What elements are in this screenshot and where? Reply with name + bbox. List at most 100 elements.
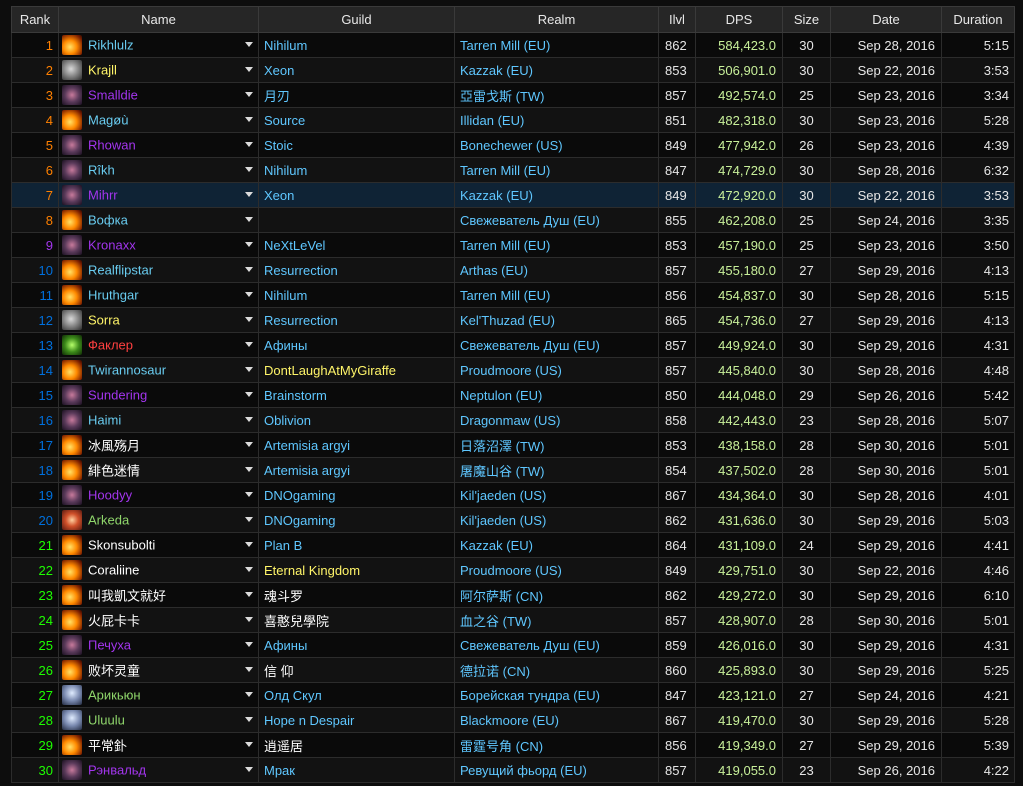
table-row[interactable]: 27 Арикьюн Олд Скул Борейская тундра (EU) 84… <box>11 682 1015 708</box>
table-row[interactable]: 17 冰風殇月 Artemisia argyi 日落沼澤 (TW) 853 438,158… <box>11 432 1015 458</box>
player-name-link[interactable]: 火屁卡卡 <box>88 614 140 629</box>
chevron-down-icon[interactable] <box>245 92 253 97</box>
name-cell[interactable]: Rhowan <box>58 132 259 158</box>
realm-link[interactable]: Kel'Thuzad (EU) <box>454 307 659 333</box>
chevron-down-icon[interactable] <box>245 692 253 697</box>
chevron-down-icon[interactable] <box>245 192 253 197</box>
chevron-down-icon[interactable] <box>245 492 253 497</box>
table-row[interactable]: 26 败坏灵童 信 仰德拉诺 (CN) 860 425,893.0 30 Sep 29, 2… <box>11 657 1015 683</box>
player-name-link[interactable]: Smalldie <box>88 88 138 103</box>
player-name-link[interactable]: Rhowan <box>88 138 136 153</box>
header-duration[interactable]: Duration <box>941 6 1015 33</box>
realm-link[interactable]: Bonechewer (US) <box>454 132 659 158</box>
name-cell[interactable]: 叫我凱文就好 <box>58 582 259 608</box>
chevron-down-icon[interactable] <box>245 567 253 572</box>
header-dps[interactable]: DPS <box>695 6 783 33</box>
chevron-down-icon[interactable] <box>245 217 253 222</box>
table-row[interactable]: 21 Skonsubolti Plan B Kazzak (EU) 864 431,109… <box>11 532 1015 558</box>
guild-link[interactable]: Eternal Kingdom <box>258 557 455 583</box>
name-cell[interactable]: Smalldie <box>58 82 259 108</box>
table-row[interactable]: 13 Факлер Афины Свежеватель Душ (EU) 857 449,… <box>11 332 1015 358</box>
chevron-down-icon[interactable] <box>245 317 253 322</box>
guild-link[interactable]: DNOgaming <box>258 507 455 533</box>
header-date[interactable]: Date <box>830 6 942 33</box>
realm-link[interactable]: Свежеватель Душ (EU) <box>454 207 659 233</box>
player-name-link[interactable]: Haimi <box>88 413 121 428</box>
name-cell[interactable]: Sundering <box>58 382 259 408</box>
guild-link[interactable]: Афины <box>258 332 455 358</box>
player-name-link[interactable]: Арикьюн <box>88 688 141 703</box>
guild-link[interactable]: NeXtLeVel <box>258 232 455 258</box>
realm-link[interactable]: Tarren Mill (EU) <box>454 282 659 308</box>
header-ilvl[interactable]: Ilvl <box>658 6 696 33</box>
chevron-down-icon[interactable] <box>245 142 253 147</box>
name-cell[interactable]: Рэнвальд <box>58 757 259 783</box>
table-row[interactable]: 9 Kronaxx NeXtLeVel Tarren Mill (EU) 853 457,… <box>11 232 1015 258</box>
name-cell[interactable]: Kronaxx <box>58 232 259 258</box>
guild-link[interactable]: Brainstorm <box>258 382 455 408</box>
chevron-down-icon[interactable] <box>245 667 253 672</box>
guild-link[interactable]: Stoic <box>258 132 455 158</box>
guild-link[interactable]: 逍遥居 <box>258 732 455 758</box>
guild-link[interactable]: 魂斗罗 <box>258 582 455 608</box>
player-name-link[interactable]: Coraliine <box>88 563 139 578</box>
guild-link[interactable]: Xeon <box>258 57 455 83</box>
realm-link[interactable]: 阿尔萨斯 (CN) <box>454 582 659 608</box>
player-name-link[interactable]: 平常釙 <box>88 739 127 754</box>
name-cell[interactable]: Rîkh <box>58 157 259 183</box>
table-row[interactable]: 8 Вофка Свежеватель Душ (EU) 855 462,208.0 25… <box>11 207 1015 233</box>
player-name-link[interactable]: Krajll <box>88 63 117 78</box>
realm-link[interactable]: Neptulon (EU) <box>454 382 659 408</box>
player-name-link[interactable]: Rikhlulz <box>88 38 134 53</box>
realm-link[interactable]: Illidan (EU) <box>454 107 659 133</box>
name-cell[interactable]: Вофка <box>58 207 259 233</box>
guild-link[interactable]: Plan B <box>258 532 455 558</box>
name-cell[interactable]: Mihrr <box>58 182 259 208</box>
realm-link[interactable]: Blackmoore (EU) <box>454 707 659 733</box>
header-guild[interactable]: Guild <box>258 6 455 33</box>
realm-link[interactable]: Tarren Mill (EU) <box>454 32 659 58</box>
name-cell[interactable]: Факлер <box>58 332 259 358</box>
player-name-link[interactable]: 冰風殇月 <box>88 439 140 454</box>
player-name-link[interactable]: Skonsubolti <box>88 538 155 553</box>
name-cell[interactable]: Krajll <box>58 57 259 83</box>
player-name-link[interactable]: Arkeda <box>88 513 129 528</box>
chevron-down-icon[interactable] <box>245 642 253 647</box>
guild-link[interactable]: Nihilum <box>258 32 455 58</box>
chevron-down-icon[interactable] <box>245 67 253 72</box>
name-cell[interactable]: Magøù <box>58 107 259 133</box>
realm-link[interactable]: Kazzak (EU) <box>454 532 659 558</box>
chevron-down-icon[interactable] <box>245 367 253 372</box>
table-row[interactable]: 2 Krajll Xeon Kazzak (EU) 853 506,901.0 30 Sep … <box>11 57 1015 83</box>
realm-link[interactable]: Борейская тундра (EU) <box>454 682 659 708</box>
chevron-down-icon[interactable] <box>245 242 253 247</box>
realm-link[interactable]: Kil'jaeden (US) <box>454 507 659 533</box>
realm-link[interactable]: Tarren Mill (EU) <box>454 157 659 183</box>
player-name-link[interactable]: Рэнвальд <box>88 763 146 778</box>
realm-link[interactable]: Kil'jaeden (US) <box>454 482 659 508</box>
guild-link[interactable]: Nihilum <box>258 282 455 308</box>
name-cell[interactable]: Twirannosaur <box>58 357 259 383</box>
table-row[interactable]: 30 Рэнвальд Мрак Ревущий фьорд (EU) 857 419,0… <box>11 757 1015 783</box>
player-name-link[interactable]: Sundering <box>88 388 147 403</box>
player-name-link[interactable]: Факлер <box>88 338 133 353</box>
player-name-link[interactable]: Hoodyy <box>88 488 132 503</box>
player-name-link[interactable]: Twirannosaur <box>88 363 166 378</box>
guild-link[interactable]: Hope n Despair <box>258 707 455 733</box>
realm-link[interactable]: Свежеватель Душ (EU) <box>454 632 659 658</box>
player-name-link[interactable]: Вофка <box>88 213 128 228</box>
table-row[interactable]: 4 Magøù Source Illidan (EU) 851 482,318.0 30 Se… <box>11 107 1015 133</box>
chevron-down-icon[interactable] <box>245 292 253 297</box>
name-cell[interactable]: Rikhlulz <box>58 32 259 58</box>
header-realm[interactable]: Realm <box>454 6 659 33</box>
player-name-link[interactable]: Realflipstar <box>88 263 153 278</box>
guild-link[interactable]: DNOgaming <box>258 482 455 508</box>
player-name-link[interactable]: Hruthgar <box>88 288 139 303</box>
player-name-link[interactable]: Rîkh <box>88 163 115 178</box>
player-name-link[interactable]: Печуха <box>88 638 131 653</box>
player-name-link[interactable]: Magøù <box>88 113 128 128</box>
guild-link[interactable]: 信 仰 <box>258 657 455 683</box>
guild-link[interactable]: Source <box>258 107 455 133</box>
table-row[interactable]: 3 Smalldie 月刃 亞雷戈斯 (TW) 857 492,574.0 25 Sep 23… <box>11 82 1015 108</box>
realm-link[interactable]: 日落沼澤 (TW) <box>454 432 659 458</box>
